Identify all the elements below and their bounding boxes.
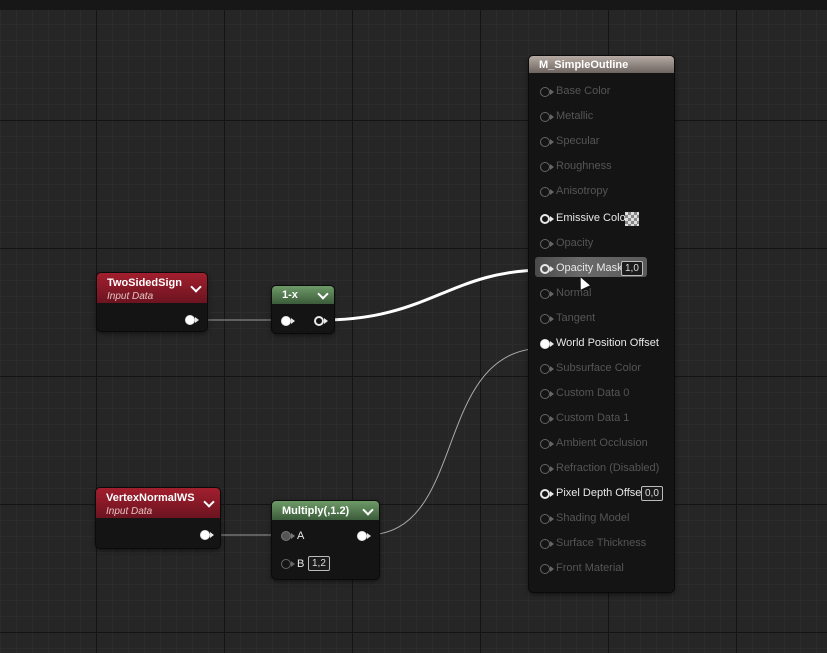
- wire-multiply-to-wpo[interactable]: [365, 347, 546, 536]
- material-input-pin[interactable]: [540, 239, 554, 249]
- output-pin[interactable]: [185, 315, 199, 325]
- chevron-down-icon[interactable]: [317, 288, 329, 300]
- chevron-down-icon[interactable]: [362, 504, 374, 516]
- material-pin-value-field[interactable]: 0,0: [641, 486, 663, 501]
- output-pin[interactable]: [357, 531, 371, 541]
- node-header[interactable]: M_SimpleOutline: [529, 56, 674, 73]
- pin-b-value-field[interactable]: 1,2: [308, 556, 330, 571]
- material-pin-label: Subsurface Color: [556, 362, 641, 374]
- material-input-pin[interactable]: [540, 514, 554, 524]
- node-header[interactable]: VertexNormalWS Input Data: [96, 488, 220, 518]
- material-pin-label: Front Material: [556, 562, 624, 574]
- material-pin-label: Metallic: [556, 110, 594, 122]
- node-subtitle: Input Data: [106, 506, 153, 517]
- material-pin-label: Shading Model: [556, 512, 630, 524]
- material-input-pin[interactable]: [540, 339, 554, 349]
- material-input-pin[interactable]: [540, 87, 554, 97]
- material-pin-label: Emissive Color: [556, 212, 630, 224]
- chevron-down-icon[interactable]: [203, 496, 215, 508]
- material-input-pin[interactable]: [540, 564, 554, 574]
- input-pin-a[interactable]: [281, 531, 295, 541]
- node-title: TwoSidedSign: [107, 277, 182, 289]
- material-pin-label: Opacity Mask: [556, 262, 623, 274]
- material-input-pin[interactable]: [540, 389, 554, 399]
- multiply-node[interactable]: Multiply(,1.2) A B 1,2: [272, 501, 379, 579]
- material-input-pin[interactable]: [540, 464, 554, 474]
- wire-oneminus-to-opacity-mask[interactable]: [321, 268, 546, 322]
- material-pin-label: Specular: [556, 135, 600, 147]
- node-title: VertexNormalWS: [106, 492, 195, 504]
- two-sided-sign-node[interactable]: TwoSidedSign Input Data: [97, 273, 207, 331]
- material-pin-label: Normal: [556, 287, 592, 299]
- material-input-pin[interactable]: [540, 489, 554, 499]
- node-title: M_SimpleOutline: [539, 59, 629, 71]
- chevron-down-icon[interactable]: [190, 281, 202, 293]
- material-input-pin[interactable]: [540, 187, 554, 197]
- node-title: 1-x: [282, 289, 298, 301]
- material-input-pin[interactable]: [540, 439, 554, 449]
- input-pin-b[interactable]: [281, 559, 295, 569]
- material-input-pin[interactable]: [540, 539, 554, 549]
- node-title: Multiply(,1.2): [282, 505, 350, 517]
- material-pin-label: Custom Data 0: [556, 387, 630, 399]
- material-input-pin[interactable]: [540, 137, 554, 147]
- one-minus-node[interactable]: 1-x: [272, 286, 334, 333]
- node-header[interactable]: TwoSidedSign Input Data: [97, 273, 207, 303]
- node-subtitle: Input Data: [107, 291, 154, 302]
- material-input-pin[interactable]: [540, 414, 554, 424]
- node-header[interactable]: 1-x: [272, 286, 334, 304]
- material-pin-label: Refraction (Disabled): [556, 462, 660, 474]
- node-header[interactable]: Multiply(,1.2): [272, 501, 379, 520]
- input-pin[interactable]: [281, 316, 295, 326]
- material-pin-label: Base Color: [556, 85, 611, 97]
- material-pin-label: Tangent: [556, 312, 596, 324]
- material-input-pin[interactable]: [540, 314, 554, 324]
- material-pin-label: Ambient Occlusion: [556, 437, 648, 449]
- material-pin-label: Custom Data 1: [556, 412, 630, 424]
- material-input-pin[interactable]: [540, 289, 554, 299]
- material-pin-label: Anisotropy: [556, 185, 608, 197]
- material-pin-label: Surface Thickness: [556, 537, 647, 549]
- output-pin[interactable]: [200, 530, 214, 540]
- material-pin-label: Roughness: [556, 160, 612, 172]
- pin-a-label: A: [297, 530, 305, 542]
- material-pin-label: Pixel Depth Offset: [556, 487, 645, 499]
- material-input-pin[interactable]: [540, 214, 554, 224]
- material-pin-value-field[interactable]: 1,0: [621, 261, 643, 276]
- material-pin-label: World Position Offset: [556, 337, 659, 349]
- vertex-normal-ws-node[interactable]: VertexNormalWS Input Data: [96, 488, 220, 548]
- pin-b-label: B: [297, 558, 305, 570]
- material-pin-label: Opacity: [556, 237, 594, 249]
- material-input-pin[interactable]: [540, 162, 554, 172]
- output-pin[interactable]: [314, 316, 328, 326]
- material-result-node[interactable]: M_SimpleOutline Base Color Metallic Specul…: [529, 56, 674, 592]
- color-swatch-icon[interactable]: [625, 212, 639, 226]
- material-input-pin[interactable]: [540, 364, 554, 374]
- material-input-pin[interactable]: [540, 264, 554, 274]
- material-input-pin[interactable]: [540, 112, 554, 122]
